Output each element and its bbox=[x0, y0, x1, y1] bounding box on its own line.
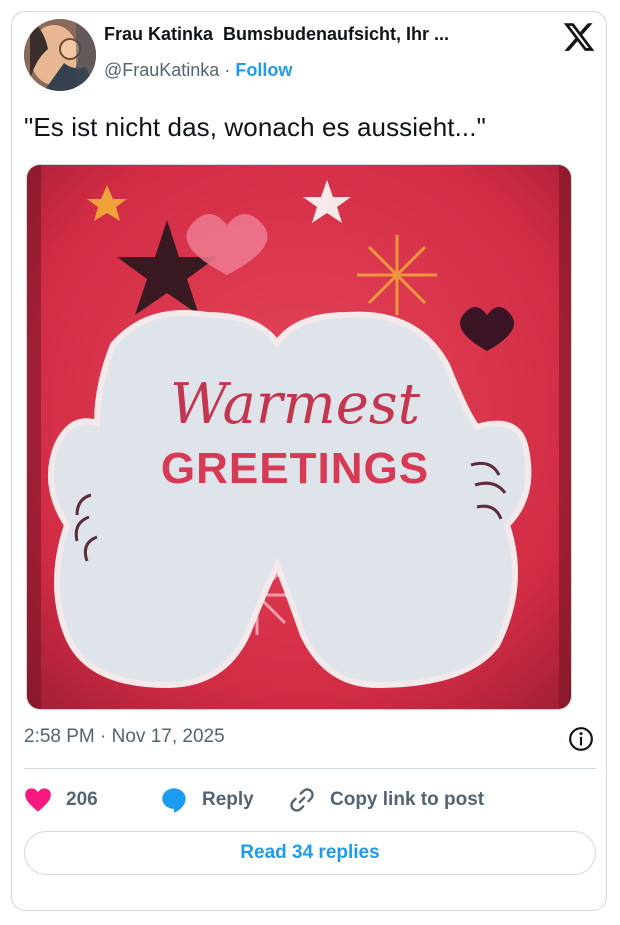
action-bar: 206 Reply Copy link to post bbox=[24, 784, 564, 816]
author-handle[interactable]: @FrauKatinka bbox=[104, 60, 219, 80]
link-icon bbox=[290, 788, 314, 812]
read-replies-label: Read 34 replies bbox=[240, 842, 380, 863]
copy-link-label: Copy link to post bbox=[330, 789, 485, 810]
info-icon[interactable] bbox=[568, 726, 594, 752]
like-button[interactable]: 206 bbox=[24, 784, 98, 816]
author-handle-row: @FrauKatinka · Follow bbox=[104, 60, 292, 81]
image-block-text: GREETINGS bbox=[161, 444, 429, 493]
x-logo-icon[interactable] bbox=[562, 20, 596, 54]
copy-link-button[interactable]: Copy link to post bbox=[288, 784, 484, 816]
heart-icon bbox=[25, 788, 51, 812]
reply-label: Reply bbox=[202, 789, 254, 810]
divider bbox=[24, 768, 596, 769]
author-name[interactable]: Frau Katinka 󠀠 Bumsbudenaufsicht, Ihr ..… bbox=[104, 24, 524, 45]
separator-dot: · bbox=[224, 60, 231, 80]
image-script-text: Warmest bbox=[170, 372, 421, 437]
follow-link[interactable]: Follow bbox=[235, 60, 292, 80]
tweet-text: "Es ist nicht das, wonach es aussieht...… bbox=[24, 112, 486, 142]
author-avatar[interactable] bbox=[24, 19, 96, 91]
reply-button[interactable]: Reply bbox=[160, 784, 254, 816]
read-replies-button[interactable]: Read 34 replies bbox=[24, 831, 596, 875]
tweet-image[interactable]: Warmest GREETINGS bbox=[26, 164, 572, 710]
reply-bubble-icon bbox=[162, 788, 186, 813]
post-timestamp[interactable]: 2:58 PM · Nov 17, 2025 bbox=[24, 726, 225, 748]
like-count: 206 bbox=[66, 789, 98, 810]
